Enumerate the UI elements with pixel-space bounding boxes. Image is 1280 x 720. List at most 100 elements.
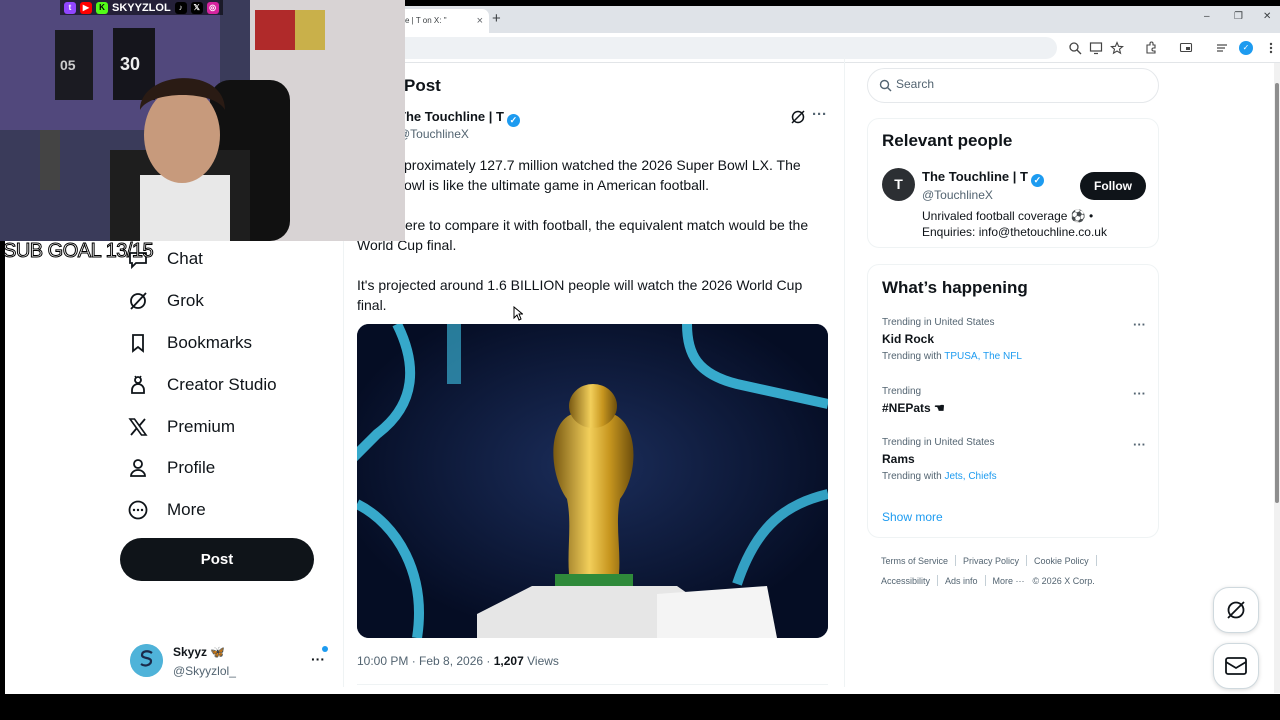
trend-name: Kid Rock xyxy=(882,332,935,346)
minimize-button[interactable]: – xyxy=(1204,11,1210,22)
trend-category: Trending in United States xyxy=(882,317,995,328)
close-window-button[interactable]: ✕ xyxy=(1263,11,1271,22)
zoom-icon[interactable] xyxy=(1068,41,1082,55)
scroll-thumb[interactable] xyxy=(1275,83,1279,503)
svg-text:05: 05 xyxy=(60,57,76,73)
tiktok-icon: ♪ xyxy=(174,1,187,14)
trend-item[interactable]: Trending in United States Kid Rock Trend… xyxy=(882,317,1146,367)
nav-label-premium: Premium xyxy=(167,417,236,436)
avatar xyxy=(130,644,163,677)
trend-more-icon[interactable]: ··· xyxy=(1133,317,1146,332)
nav-label-more: More xyxy=(167,500,206,519)
verified-badge-icon: ✓ xyxy=(506,114,520,127)
page-scrollbar[interactable] xyxy=(1274,63,1280,693)
tweet-author-handle[interactable]: @TouchlineX xyxy=(398,127,469,141)
trend-more-icon[interactable]: ··· xyxy=(1133,437,1146,452)
messages-float-button[interactable] xyxy=(1213,643,1259,689)
tweet-author-name[interactable]: The Touchline | T ✓ xyxy=(398,109,520,127)
grok-icon xyxy=(130,292,147,310)
tweet-text-line: owl is like the ultimate game in America… xyxy=(404,177,710,193)
x-logo-icon xyxy=(128,418,148,436)
grok-explain-icon[interactable] xyxy=(790,109,806,125)
tweet-text-line: proximately 127.7 million watched the 20… xyxy=(404,157,801,173)
profile-extension-icon[interactable]: ✓ xyxy=(1239,41,1253,55)
relevant-person-bio-email[interactable]: Enquiries: info@thetouchline.co.uk xyxy=(922,225,1107,239)
footer-link-cookie[interactable]: Cookie Policy xyxy=(1034,556,1089,566)
install-app-icon[interactable] xyxy=(1089,41,1103,55)
grok-float-button[interactable] xyxy=(1213,587,1259,633)
extensions-icon[interactable] xyxy=(1144,41,1158,55)
twitch-icon: t xyxy=(64,1,76,14)
trend-item[interactable]: Trending #NEPats ☚ ··· xyxy=(882,386,1146,436)
youtube-icon: ▶ xyxy=(80,1,92,14)
trend-related-prefix: Trending with xyxy=(882,471,945,482)
tab-close-icon[interactable]: × xyxy=(477,9,483,33)
relevant-person-avatar[interactable]: T xyxy=(882,168,915,201)
account-more-icon[interactable]: ··· xyxy=(311,651,325,667)
mail-icon xyxy=(1225,657,1247,675)
trend-more-icon[interactable]: ··· xyxy=(1133,386,1146,401)
nav-item-grok[interactable]: Grok xyxy=(127,286,204,316)
relevant-people-card: Relevant people T The Touchline | T ✓ @To… xyxy=(867,118,1159,248)
follow-button[interactable]: Follow xyxy=(1080,172,1146,200)
account-name: Skyyz 🦋 xyxy=(173,645,226,659)
tweet-text-line: final. xyxy=(357,297,387,313)
nav-item-more[interactable]: More xyxy=(127,495,206,525)
restore-button[interactable]: ❐ xyxy=(1234,11,1243,22)
instagram-icon: ◎ xyxy=(206,1,219,14)
relevant-person-handle[interactable]: @TouchlineX xyxy=(922,188,993,202)
footer-link-terms[interactable]: Terms of Service xyxy=(881,556,948,566)
nav-item-bookmarks[interactable]: Bookmarks xyxy=(127,328,252,358)
trend-category: Trending xyxy=(882,386,922,397)
search-box[interactable] xyxy=(867,68,1159,103)
nav-label-grok: Grok xyxy=(167,291,204,310)
notification-dot xyxy=(322,646,328,652)
nav-item-profile[interactable]: Profile xyxy=(127,453,215,483)
whats-happening-title: What’s happening xyxy=(882,278,1028,297)
channel-name: SKYYZLOL xyxy=(112,1,171,14)
tweet-meta: 10:00 PM · Feb 8, 2026 · 1,207 Views xyxy=(357,654,559,668)
footer-links-row: Terms of Service Privacy Policy Cookie Pol… xyxy=(881,555,1104,566)
footer-link-privacy[interactable]: Privacy Policy xyxy=(963,556,1019,566)
tweet-timestamp[interactable]: 10:00 PM · Feb 8, 2026 · xyxy=(357,654,494,668)
tweet-more-icon[interactable]: ··· xyxy=(812,106,827,123)
page-title: Post xyxy=(404,76,441,95)
post-button[interactable]: Post xyxy=(120,538,314,581)
bookmark-star-icon[interactable] xyxy=(1110,41,1124,55)
trend-related-links[interactable]: Jets, Chiefs xyxy=(944,471,996,482)
sub-goal-overlay: SUB GOAL 13/15 xyxy=(2,240,154,263)
trend-item[interactable]: Trending in United States Rams Trending … xyxy=(882,437,1146,487)
trend-related-links[interactable]: TPUSA, The NFL xyxy=(944,351,1022,362)
search-input[interactable] xyxy=(896,77,1136,91)
tweet-text-line: ere to compare it with football, the equ… xyxy=(405,217,809,233)
webcam-overlay: 30 05 t ▶ K SKYYZLOL ♪ 𝕏 ◎ xyxy=(0,0,405,241)
show-more-link[interactable]: Show more xyxy=(882,510,943,524)
mouse-cursor-icon xyxy=(513,306,523,321)
person-icon xyxy=(130,459,146,477)
new-tab-button[interactable]: + xyxy=(492,9,501,29)
screen: e | T on X: " × + – ❐ ✕ ✓ Chat Grok Book… xyxy=(0,0,1280,720)
streamer-webcam-image: 30 05 xyxy=(0,0,405,241)
footer-links-row: Accessibility Ads info More ··· © 2026 X Co… xyxy=(881,575,1095,586)
verified-badge-icon: ✓ xyxy=(1030,174,1044,187)
reading-list-icon[interactable] xyxy=(1215,41,1229,55)
svg-text:30: 30 xyxy=(120,54,140,74)
nav-label-bookmarks: Bookmarks xyxy=(167,333,253,352)
footer-link-accessibility[interactable]: Accessibility xyxy=(881,576,930,586)
account-switcher[interactable]: Skyyz 🦋 @Skyyzlol_ ··· xyxy=(130,643,330,683)
tweet-views-count: 1,207 xyxy=(493,654,524,668)
cast-icon[interactable] xyxy=(1179,41,1193,55)
tweet-image[interactable] xyxy=(357,324,828,638)
footer-link-ads-info[interactable]: Ads info xyxy=(945,576,978,586)
browser-menu-icon[interactable] xyxy=(1264,41,1278,55)
nav-item-premium[interactable]: Premium xyxy=(127,412,235,442)
relevant-person-bio: Unrivaled football coverage ⚽ • xyxy=(922,209,1094,223)
trend-name: Rams xyxy=(882,452,915,466)
kick-icon: K xyxy=(96,1,108,14)
relevant-person-name[interactable]: The Touchline | T ✓ xyxy=(922,169,1044,187)
footer-link-more[interactable]: More ··· xyxy=(993,576,1025,586)
creator-studio-icon xyxy=(131,375,145,394)
bookmark-icon xyxy=(132,334,144,353)
grok-icon xyxy=(1227,601,1245,619)
nav-item-creator-studio[interactable]: Creator Studio xyxy=(127,370,277,400)
